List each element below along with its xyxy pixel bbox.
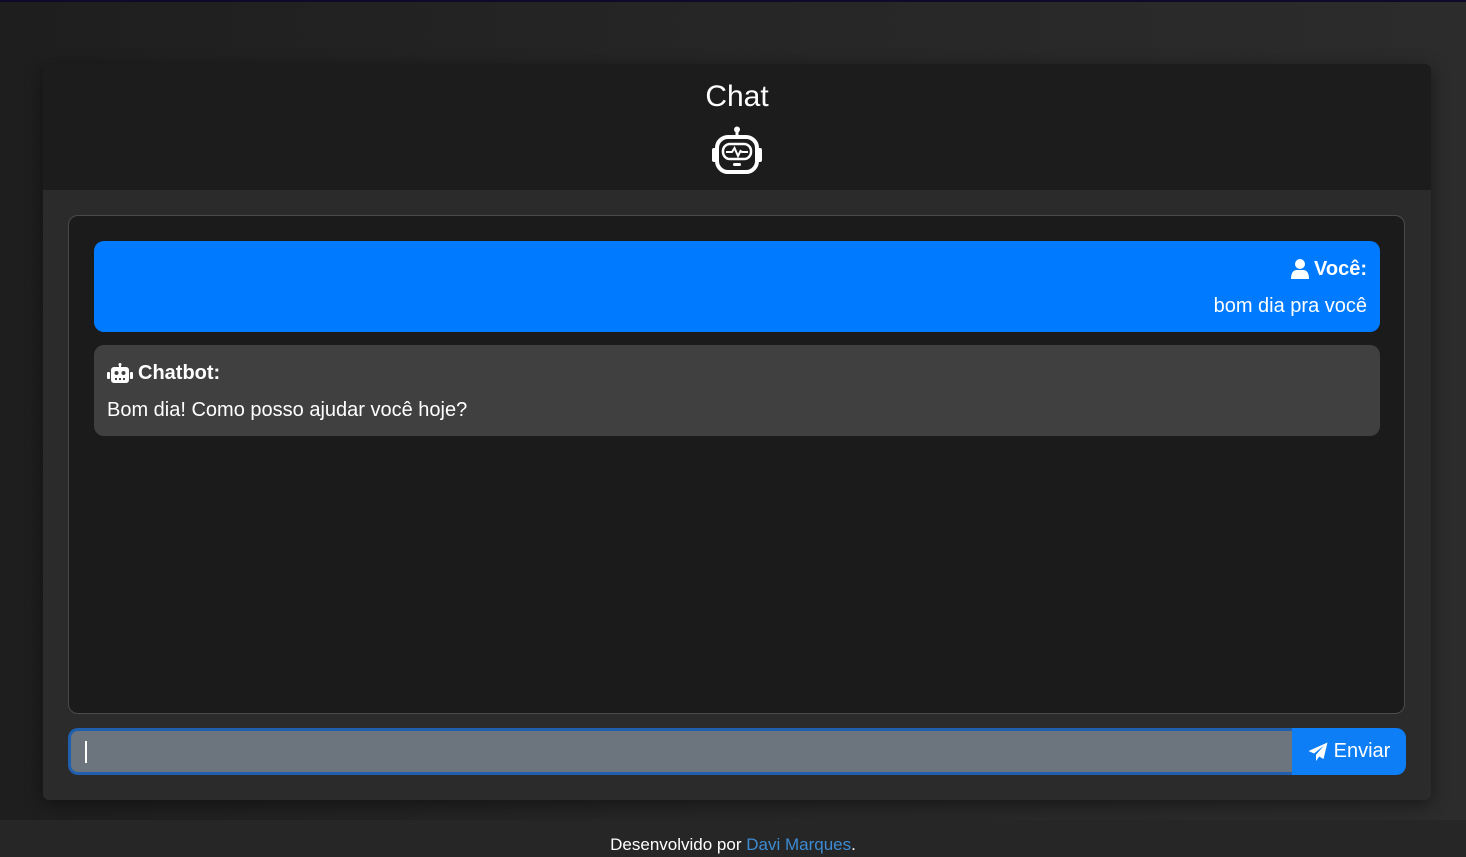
paper-plane-icon <box>1308 742 1328 761</box>
message-sender-label: Você: <box>1314 257 1367 280</box>
message-sender: Chatbot: <box>107 362 1367 384</box>
message-bot: Chatbot: Bom dia! Como posso ajudar você… <box>94 345 1380 436</box>
composer: Enviar <box>68 728 1406 775</box>
send-button-label: Enviar <box>1333 740 1391 762</box>
chat-card: Chat Você: bom dia pra você Chatbot: Bom… <box>43 64 1431 800</box>
message-sender: Você: <box>107 258 1367 280</box>
user-icon <box>1291 259 1310 279</box>
message-user: Você: bom dia pra você <box>94 241 1380 332</box>
chat-header: Chat <box>43 64 1431 190</box>
send-button[interactable]: Enviar <box>1292 728 1406 775</box>
messages-area[interactable]: Você: bom dia pra você Chatbot: Bom dia!… <box>68 215 1405 714</box>
message-input[interactable] <box>68 728 1292 775</box>
footer: Desenvolvido por Davi Marques. <box>0 820 1466 857</box>
robot-icon <box>712 126 762 174</box>
message-sender-label: Chatbot: <box>138 361 221 384</box>
author-link[interactable]: Davi Marques <box>746 835 851 854</box>
message-text: Bom dia! Como posso ajudar você hoje? <box>107 399 468 421</box>
footer-prefix: Desenvolvido por <box>610 835 742 854</box>
page-title: Chat <box>705 80 769 113</box>
footer-suffix: . <box>851 835 856 854</box>
robot-icon <box>107 363 133 383</box>
message-text: bom dia pra você <box>1213 295 1367 317</box>
text-caret <box>85 741 87 763</box>
